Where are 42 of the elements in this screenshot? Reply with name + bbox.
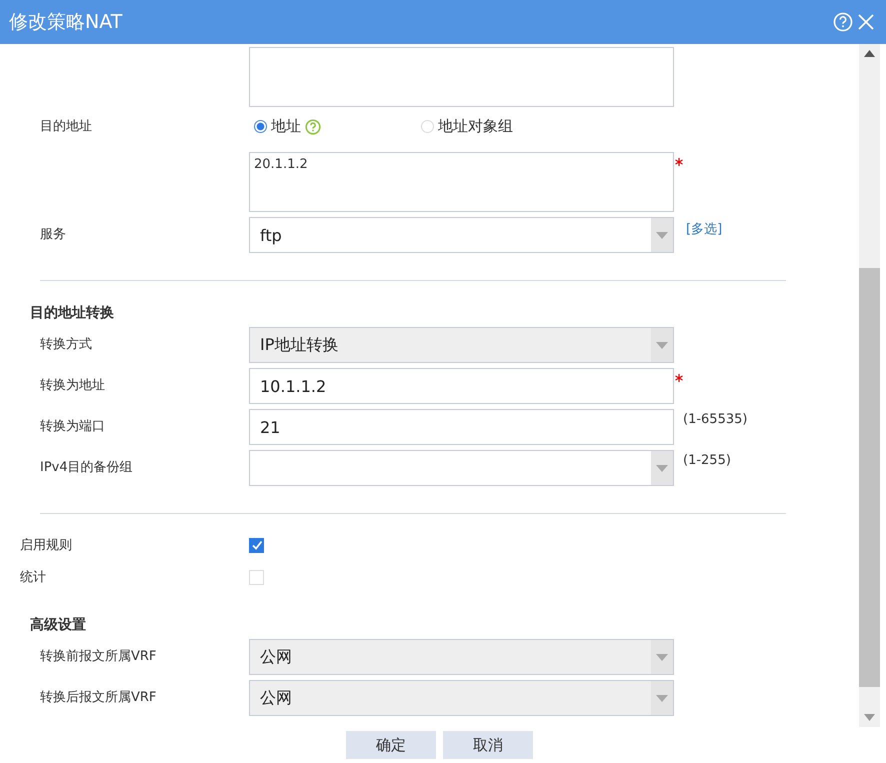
field-label: 转换方式 <box>39 336 93 353</box>
dropdown[interactable]: 公网 <box>249 639 674 675</box>
field-label: 服务 <box>39 226 67 243</box>
dropdown[interactable]: IP地址转换 <box>249 327 674 363</box>
text-area[interactable] <box>249 47 674 107</box>
input-field[interactable]: 21 <box>249 409 674 445</box>
field-label: 转换为端口 <box>39 418 106 435</box>
text-area[interactable]: 20.1.1.2 <box>249 152 674 212</box>
radio-label[interactable]: 地址对象组 <box>438 117 513 136</box>
field-label: 统计 <box>19 569 47 586</box>
field-label: 转换为地址 <box>39 377 106 394</box>
field-label: IPv4目的备份组 <box>39 459 134 476</box>
field-label: 目的地址 <box>39 118 93 135</box>
scroll-down-icon[interactable] <box>864 714 875 721</box>
section-heading: 高级设置 <box>30 617 86 633</box>
section-heading: 目的地址转换 <box>30 305 114 321</box>
radio-button[interactable] <box>254 120 267 133</box>
dropdown-arrow-icon <box>656 654 668 660</box>
dropdown-arrow-icon <box>656 464 668 472</box>
field-label: 转换后报文所属VRF <box>39 689 158 706</box>
checkbox[interactable] <box>249 538 264 552</box>
radio-label[interactable]: 地址 <box>271 117 301 136</box>
close-icon[interactable] <box>856 12 876 32</box>
dropdown[interactable]: ftp <box>249 217 674 253</box>
window-title: 修改策略NAT <box>9 10 124 35</box>
ok-button[interactable]: 确定 <box>346 731 436 759</box>
input-field[interactable]: 10.1.1.2 <box>249 368 674 404</box>
dropdown-arrow-icon <box>656 232 668 238</box>
multi-select-link[interactable]: [多选] <box>686 220 722 238</box>
dropdown[interactable]: 公网 <box>249 680 674 716</box>
scrollbar[interactable] <box>859 44 880 727</box>
scroll-up-icon[interactable] <box>864 50 875 57</box>
dropdown-arrow-icon <box>656 694 668 702</box>
scroll-thumb[interactable] <box>859 268 880 687</box>
range-hint: (1-65535) <box>683 412 748 427</box>
field-label: 转换前报文所属VRF <box>39 648 158 665</box>
dropdown-arrow-icon <box>656 342 668 348</box>
cancel-button[interactable]: 取消 <box>443 731 533 759</box>
field-label: 启用规则 <box>19 537 73 554</box>
range-hint: (1-255) <box>683 453 731 468</box>
dropdown[interactable] <box>249 450 674 486</box>
help-icon[interactable] <box>305 118 321 134</box>
